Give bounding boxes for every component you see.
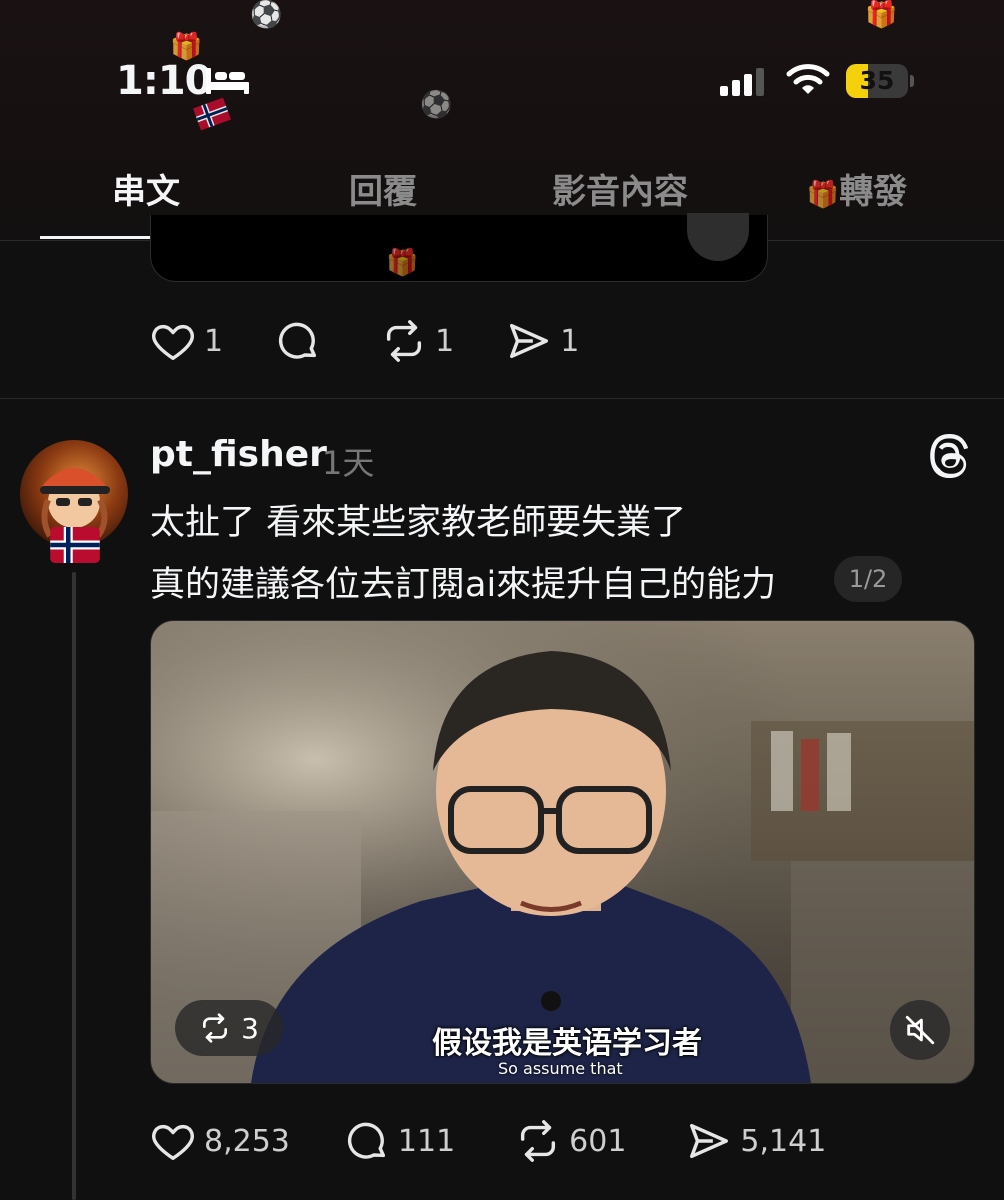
heart-icon xyxy=(152,1124,194,1160)
media-control-button[interactable] xyxy=(687,213,749,261)
bed-icon xyxy=(206,68,249,94)
video-subtitle-english: So assume that xyxy=(498,1059,623,1078)
repost-button[interactable]: 601 xyxy=(515,1118,626,1164)
like-count: 1 xyxy=(204,323,224,359)
heart-icon xyxy=(152,324,194,360)
soccer-ball-decoration: ⚽ xyxy=(420,90,453,120)
soccer-ball-decoration: ⚽ xyxy=(250,0,283,30)
tab-reposts[interactable]: 🎁轉發 xyxy=(742,164,972,213)
share-button[interactable]: 5,141 xyxy=(686,1118,826,1164)
gift-decoration: 🎁 xyxy=(386,248,419,278)
repost-icon xyxy=(387,320,422,362)
share-count: 1 xyxy=(560,323,580,359)
post-time: 1天 xyxy=(322,444,375,482)
share-button[interactable]: 1 xyxy=(506,318,579,364)
repost-button[interactable]: 1 xyxy=(381,318,454,364)
page-indicator: 1/2 xyxy=(834,556,902,602)
post-actions: 8,253 111 601 5,141 xyxy=(150,1118,878,1164)
tab-reposts-label: 轉發 xyxy=(839,172,908,212)
tab-threads[interactable]: 串文 xyxy=(31,164,261,213)
header: ⚽ ⚽ 🎁 🎁 1:10 35 串文 回覆 影音內容 🎁轉發 xyxy=(0,0,1004,241)
signal-icon xyxy=(720,68,764,96)
tab-replies[interactable]: 回覆 xyxy=(268,164,498,213)
video-subtitle-chinese: 假设我是英语学习者 xyxy=(432,1026,702,1061)
status-time: 1:10 xyxy=(116,58,212,104)
comment-icon xyxy=(279,322,317,359)
video-repost-count-pill[interactable]: 3 xyxy=(175,1000,283,1056)
gift-decoration: 🎁 xyxy=(865,0,898,30)
battery-indicator: 35 xyxy=(846,64,908,98)
thread-line xyxy=(72,572,76,1200)
previous-post-actions: 1 1 1 xyxy=(150,318,631,364)
battery-cap xyxy=(910,75,914,87)
post-divider xyxy=(0,398,1004,399)
reply-button[interactable] xyxy=(275,318,329,364)
like-count: 8,253 xyxy=(204,1123,290,1159)
repost-icon xyxy=(203,1013,228,1043)
reply-count: 111 xyxy=(397,1123,456,1159)
tab-media[interactable]: 影音內容 xyxy=(505,164,735,213)
comment-icon xyxy=(347,1122,385,1159)
reply-button[interactable]: 111 xyxy=(344,1118,455,1164)
wifi-icon xyxy=(786,64,830,94)
like-button[interactable]: 1 xyxy=(150,318,223,364)
norway-flag-icon xyxy=(50,527,100,563)
post-text-line-2: 真的建議各位去訂閱ai來提升自己的能力 xyxy=(150,565,777,605)
video-repost-count: 3 xyxy=(241,1011,259,1045)
mute-icon xyxy=(905,1015,935,1045)
repost-count: 601 xyxy=(569,1123,627,1159)
threads-logo-icon[interactable] xyxy=(928,434,972,478)
username[interactable]: pt_fisher xyxy=(150,434,327,475)
post-text-line-1: 太扯了 看來某些家教老師要失業了 xyxy=(150,503,687,543)
like-button[interactable]: 8,253 xyxy=(150,1118,290,1164)
repost-count: 1 xyxy=(435,323,455,359)
battery-level: 35 xyxy=(859,66,895,95)
share-icon xyxy=(690,1123,729,1159)
previous-post-media[interactable] xyxy=(150,213,768,282)
share-icon xyxy=(510,323,549,359)
repost-icon xyxy=(521,1120,556,1162)
gift-decoration: 🎁 xyxy=(806,180,840,210)
mute-button[interactable] xyxy=(890,1000,950,1060)
share-count: 5,141 xyxy=(740,1123,827,1159)
